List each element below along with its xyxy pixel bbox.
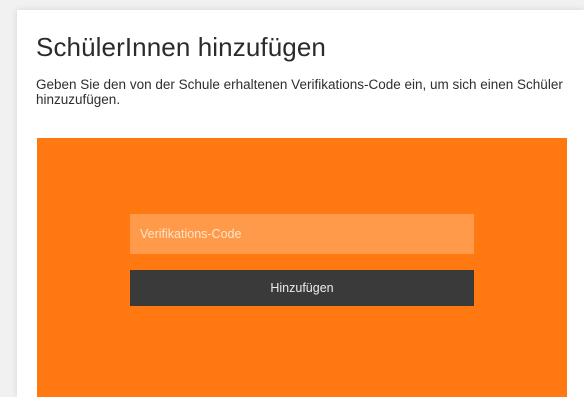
page-description: Geben Sie den von der Schule erhaltenen … (36, 77, 563, 107)
add-button[interactable]: Hinzufügen (130, 270, 474, 306)
verification-panel: Hinzufügen (37, 138, 567, 397)
page-title: SchülerInnen hinzufügen (36, 32, 326, 62)
verification-code-input[interactable] (130, 214, 474, 254)
add-student-card: SchülerInnen hinzufügen Geben Sie den vo… (17, 10, 584, 397)
